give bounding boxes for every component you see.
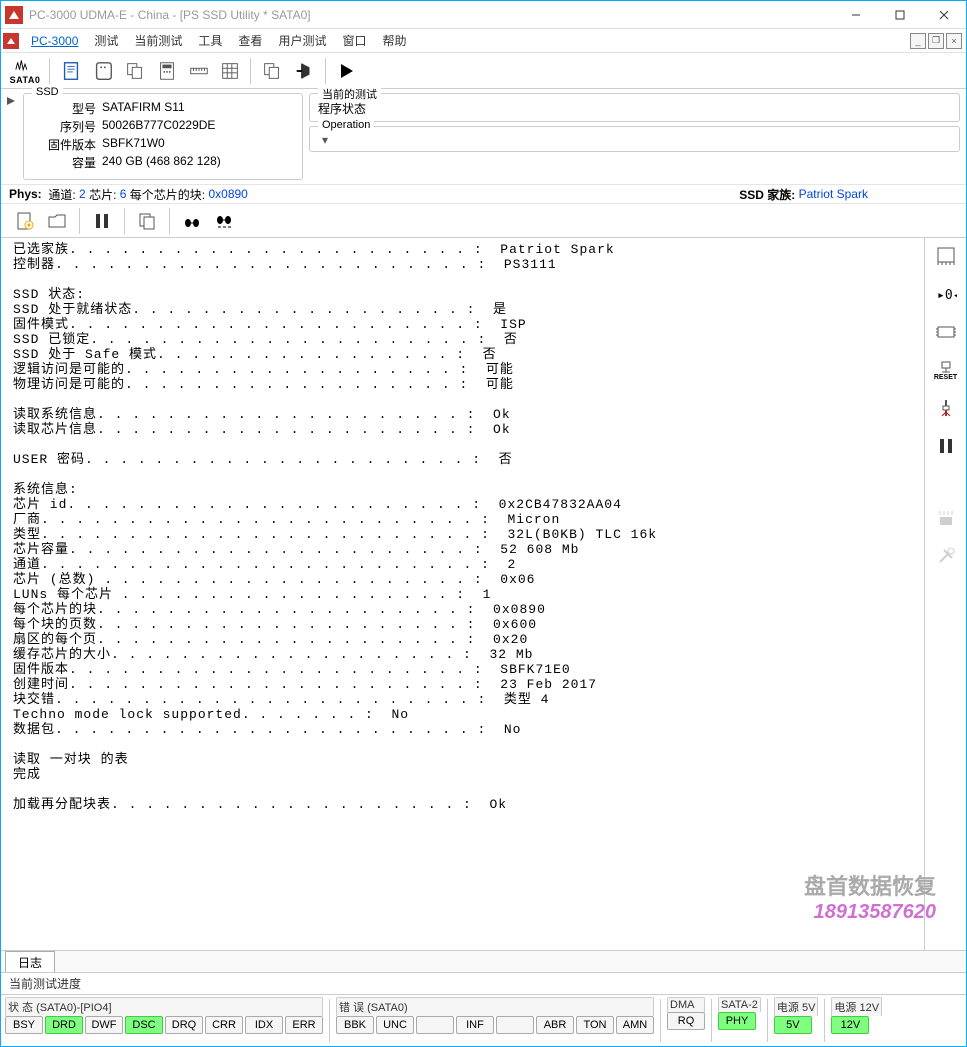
new-button[interactable]: ✦ [11,207,39,235]
find-next-button[interactable] [210,207,238,235]
menu-current-test[interactable]: 当前测试 [126,29,190,52]
status-chip-ERR: ERR [285,1016,323,1034]
menu-tools[interactable]: 工具 [190,29,230,52]
menu-user-test[interactable]: 用户测试 [270,29,334,52]
bottom-tabs: 日志 [1,950,966,972]
status-chip-AMN: AMN [616,1016,654,1034]
pause-button[interactable] [88,207,116,235]
grid-button[interactable] [216,57,244,85]
side-down-icon[interactable] [930,504,962,532]
play-button[interactable] [332,56,362,86]
tab-log[interactable]: 日志 [5,951,55,973]
operation-box: Operation ▾ [309,126,960,152]
status-chip-ABR: ABR [536,1016,574,1034]
menu-help[interactable]: 帮助 [374,29,414,52]
menu-pc3000[interactable]: PC-3000 [23,31,86,51]
app-small-icon [3,33,19,49]
status-chip-CRR: CRR [205,1016,243,1034]
menu-test[interactable]: 测试 [86,29,126,52]
side-reset-button[interactable]: RESET [930,356,962,384]
close-button[interactable] [922,1,966,28]
app-icon [5,6,23,24]
ssd-info-box: SSD 型号SATAFIRM S11 序列号50026B777C0229DE 固… [23,93,303,180]
status-chip-RQ: RQ [667,1012,705,1030]
side-tools-icon[interactable] [930,542,962,570]
ssd-serial: 50026B777C0229DE [102,118,294,135]
copy-log-button[interactable] [133,207,161,235]
collapse-toggle[interactable] [7,93,17,180]
docs-button[interactable] [257,56,287,86]
status-group-dma: DMA RQ [667,997,705,1044]
status-chip-TON: TON [576,1016,614,1034]
status-chip-IDX: IDX [245,1016,283,1034]
svg-text:✦: ✦ [26,221,33,230]
title-bar: PC-3000 UDMA-E - China - [PS SSD Utility… [1,1,966,29]
minimize-button[interactable] [834,1,878,28]
ssd-fw: SBFK71W0 [102,136,294,153]
phys-blocks: 0x0890 [208,187,247,201]
status-group-state: 状 态 (SATA0)-[PIO4] BSYDRDDWFDSCDRQCRRIDX… [5,997,323,1044]
side-zero-icon[interactable]: ▸0◂ [930,280,962,308]
svg-text:▸0◂: ▸0◂ [937,288,957,303]
script-button[interactable] [88,56,118,86]
ruler-button[interactable] [184,56,214,86]
status-chip-12V: 12V [831,1016,869,1034]
status-chip-PHY: PHY [718,1012,756,1030]
exit-button[interactable] [289,56,319,86]
current-test-value: 程序状态 [318,100,951,117]
menu-view[interactable]: 查看 [230,29,270,52]
status-chip-DRQ: DRQ [165,1016,203,1034]
status-chip-INF: INF [456,1016,494,1034]
status-bar: 状 态 (SATA0)-[PIO4] BSYDRDDWFDSCDRQCRRIDX… [1,994,966,1046]
status-group-sata2: SATA-2 PHY [718,997,761,1044]
progress-row: 当前测试进度 [1,972,966,994]
mdi-restore-button[interactable]: ❐ [928,33,944,49]
status-chip-UNC: UNC [376,1016,414,1034]
ssd-model: SATAFIRM S11 [102,100,294,117]
menu-window[interactable]: 窗口 [334,29,374,52]
mdi-close-button[interactable]: × [946,33,962,49]
calc-button[interactable] [152,56,182,86]
ssd-family: Patriot Spark [799,187,868,201]
phys-bar: Phys: 通道: 2 芯片: 6 每个芯片的块: 0x0890 SSD 家族:… [1,184,966,204]
menu-bar: PC-3000 测试 当前测试 工具 查看 用户测试 窗口 帮助 _ ❐ × [1,29,966,53]
phys-chips: 6 [120,187,127,201]
window-title: PC-3000 UDMA-E - China - [PS SSD Utility… [29,8,834,22]
log-output: 已选家族. . . . . . . . . . . . . . . . . . … [1,238,924,950]
report-button[interactable] [56,56,86,86]
status-group-error: 错 误 (SATA0) BBKUNC INF ABRTONAMN [336,997,654,1044]
status-group-5v: 电源 5V 5V [774,997,819,1044]
side-ic-icon[interactable] [930,318,962,346]
open-button[interactable] [43,207,71,235]
side-pause-icon[interactable] [930,432,962,460]
status-chip-DSC: DSC [125,1016,163,1034]
operation-dropdown-arrow[interactable]: ▾ [318,133,332,147]
main-toolbar: SATA0 [1,53,966,89]
status-chip-DRD: DRD [45,1016,83,1034]
side-chip-icon[interactable] [930,242,962,270]
current-test-box: 当前的测试 程序状态 [309,93,960,122]
find-button[interactable] [178,207,206,235]
ssd-capacity: 240 GB (468 862 128) [102,154,294,171]
watermark: 盘首数据恢复 18913587620 [804,869,936,924]
sata0-button[interactable]: SATA0 [7,56,43,86]
status-chip-BSY: BSY [5,1016,43,1034]
log-toolbar: ✦ [1,204,966,238]
status-chip-BBK: BBK [336,1016,374,1034]
status-chip-5V: 5V [774,1016,812,1034]
side-power-icon[interactable] [930,394,962,422]
status-chip-DWF: DWF [85,1016,123,1034]
status-chip-blank [416,1016,454,1034]
status-chip-blank [496,1016,534,1034]
status-group-12v: 电源 12V 12V [831,997,882,1044]
copy-button[interactable] [120,56,150,86]
mdi-minimize-button[interactable]: _ [910,33,926,49]
phys-channels: 2 [79,187,86,201]
side-toolbar: ▸0◂ RESET [924,238,966,950]
maximize-button[interactable] [878,1,922,28]
